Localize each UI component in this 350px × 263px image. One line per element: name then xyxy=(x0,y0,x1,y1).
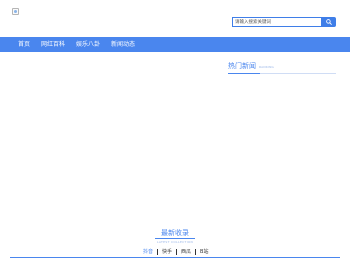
hot-news-divider xyxy=(228,73,336,74)
hot-news-header: 热门新闻 RANKING xyxy=(228,61,336,71)
main-nav: 首页 网红百科 娱乐八卦 新闻动态 xyxy=(0,37,350,52)
latest-tabs: 抖音 快手 西瓜 B站 xyxy=(143,249,208,255)
hot-news-subtitle: RANKING xyxy=(259,65,275,69)
nav-item-home[interactable]: 首页 xyxy=(18,37,30,52)
search-bar xyxy=(232,17,336,27)
tab-bilibili[interactable]: B站 xyxy=(200,249,208,255)
search-button[interactable] xyxy=(321,17,336,27)
tab-separator xyxy=(195,249,197,255)
broken-image-icon[interactable] xyxy=(12,8,19,15)
page: 首页 网红百科 娱乐八卦 新闻动态 热门新闻 RANKING 最新收录 LATE… xyxy=(0,0,350,263)
nav-item-news[interactable]: 新闻动态 xyxy=(111,37,135,52)
latest-title-underline xyxy=(155,238,195,239)
nav-item-gossip[interactable]: 娱乐八卦 xyxy=(76,37,100,52)
latest-title: 最新收录 xyxy=(161,229,189,237)
latest-subtitle: LATEST COLLECTION xyxy=(156,240,194,244)
hot-news-section: 热门新闻 RANKING xyxy=(228,61,336,74)
tab-separator xyxy=(176,249,178,255)
nav-item-influencer-wiki[interactable]: 网红百科 xyxy=(41,37,65,52)
tab-douyin[interactable]: 抖音 xyxy=(143,249,153,255)
search-icon xyxy=(325,19,332,25)
hot-news-title: 热门新闻 xyxy=(228,62,256,70)
tab-xigua[interactable]: 西瓜 xyxy=(181,249,191,255)
latest-section: 最新收录 LATEST COLLECTION xyxy=(0,229,350,244)
tab-kuaishou[interactable]: 快手 xyxy=(162,249,172,255)
search-input[interactable] xyxy=(232,17,322,27)
tab-separator xyxy=(157,249,159,255)
tabs-divider xyxy=(10,257,340,258)
